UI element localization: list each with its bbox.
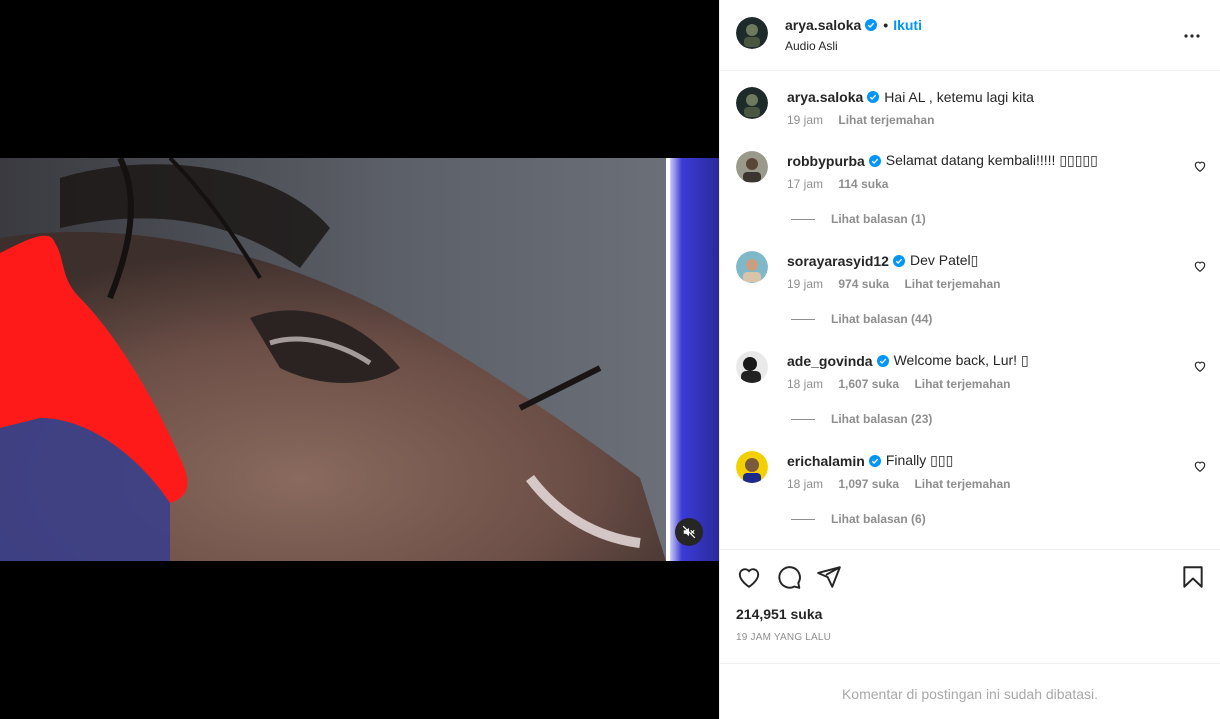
caption-meta: 19 jam Lihat terjemahan (787, 113, 946, 127)
verified-icon (868, 454, 881, 467)
audio-link[interactable]: Audio Asli (785, 39, 838, 53)
caption-username[interactable]: arya.saloka (787, 89, 863, 105)
view-replies-label[interactable]: Lihat balasan (23) (831, 412, 932, 426)
replies-divider (791, 518, 815, 520)
commenter-avatar[interactable] (736, 451, 768, 483)
commenter-avatar[interactable] (736, 251, 768, 283)
comment-text: Welcome back, Lur! ▯ (893, 352, 1029, 368)
view-replies-label[interactable]: Lihat balasan (6) (831, 512, 926, 526)
commenter-avatar[interactable] (736, 351, 768, 383)
mute-button[interactable] (675, 518, 703, 546)
comment-line: erichalamin Finally ▯▯▯ (787, 452, 953, 469)
caption-line: arya.saloka Hai AL , ketemu lagi kita (787, 89, 1034, 105)
comment-username[interactable]: ade_govinda (787, 353, 873, 369)
heart-icon[interactable] (1193, 359, 1207, 373)
verified-icon (876, 354, 889, 367)
author-line: arya.saloka • Ikuti (785, 17, 922, 33)
comment-meta: 18 jam 1,097 suka Lihat terjemahan (787, 477, 1022, 491)
verified-icon (892, 254, 905, 267)
comment-text: Selamat datang kembali!!!!! ▯▯▯▯▯ (885, 152, 1098, 168)
share-button[interactable] (816, 564, 842, 590)
author-avatar[interactable] (736, 17, 768, 49)
author-avatar[interactable] (736, 87, 768, 119)
view-replies-link[interactable]: Lihat balasan (23) (791, 412, 932, 426)
verified-icon (865, 19, 878, 31)
comment-line: robbypurba Selamat datang kembali!!!!! ▯… (787, 152, 1098, 169)
see-translation-link[interactable]: Lihat terjemahan (904, 277, 1000, 291)
video-player[interactable] (0, 158, 719, 561)
comment-time[interactable]: 18 jam (787, 477, 823, 491)
verified-icon (868, 154, 881, 167)
comment-time[interactable]: 18 jam (787, 377, 823, 391)
comment-username[interactable]: erichalamin (787, 453, 865, 469)
comment-text: Finally ▯▯▯ (885, 452, 954, 468)
comment-meta: 19 jam 974 suka Lihat terjemahan (787, 277, 1012, 291)
commenter-avatar[interactable] (736, 151, 768, 183)
post-header: arya.saloka • Ikuti Audio Asli (720, 0, 1220, 71)
replies-divider (791, 218, 815, 220)
like-button[interactable] (736, 564, 762, 590)
comment-time[interactable]: 19 jam (787, 277, 823, 291)
comment-button[interactable] (776, 564, 802, 590)
comment-likes[interactable]: 1,097 suka (838, 477, 899, 491)
post-actions: 214,951 suka 19 JAM YANG LALU (720, 549, 1220, 664)
comment-likes[interactable]: 974 suka (838, 277, 889, 291)
view-replies-label[interactable]: Lihat balasan (1) (831, 212, 926, 226)
bookmark-button[interactable] (1180, 564, 1206, 590)
comment-username[interactable]: sorayarasyid12 (787, 253, 889, 269)
comment-line: sorayarasyid12 Dev Patel▯ (787, 252, 978, 269)
author-username[interactable]: arya.saloka (785, 17, 861, 33)
see-translation-link[interactable]: Lihat terjemahan (838, 113, 934, 127)
verified-icon (867, 91, 880, 103)
comment-line: ade_govinda Welcome back, Lur! ▯ (787, 352, 1029, 369)
video-frame (0, 158, 719, 561)
caption-time[interactable]: 19 jam (787, 113, 823, 127)
view-replies-link[interactable]: Lihat balasan (44) (791, 312, 932, 326)
comments-list[interactable]: arya.saloka Hai AL , ketemu lagi kita 19… (720, 71, 1220, 549)
follow-button[interactable]: Ikuti (893, 17, 922, 33)
mute-icon (682, 525, 696, 539)
separator-dot: • (883, 17, 889, 33)
see-translation-link[interactable]: Lihat terjemahan (914, 477, 1010, 491)
caption-text: Hai AL , ketemu lagi kita (884, 89, 1034, 105)
heart-icon[interactable] (1193, 459, 1207, 473)
comment-meta: 17 jam 114 suka (787, 177, 900, 191)
view-replies-label[interactable]: Lihat balasan (44) (831, 312, 932, 326)
more-icon (1184, 34, 1200, 38)
comment-username[interactable]: robbypurba (787, 153, 865, 169)
comment-text: Dev Patel▯ (909, 252, 979, 268)
post-side-panel: arya.saloka • Ikuti Audio Asli arya.salo… (719, 0, 1220, 719)
likes-count[interactable]: 214,951 suka (736, 606, 822, 622)
replies-divider (791, 318, 815, 320)
post-time[interactable]: 19 JAM YANG LALU (736, 632, 831, 643)
comment-time[interactable]: 17 jam (787, 177, 823, 191)
replies-divider (791, 418, 815, 420)
heart-icon[interactable] (1193, 259, 1207, 273)
comment-likes[interactable]: 1,607 suka (838, 377, 899, 391)
see-translation-link[interactable]: Lihat terjemahan (914, 377, 1010, 391)
view-replies-link[interactable]: Lihat balasan (6) (791, 512, 926, 526)
view-replies-link[interactable]: Lihat balasan (1) (791, 212, 926, 226)
comment-meta: 18 jam 1,607 suka Lihat terjemahan (787, 377, 1022, 391)
more-options-button[interactable] (1180, 24, 1204, 48)
heart-icon[interactable] (1193, 159, 1207, 173)
comment-likes[interactable]: 114 suka (838, 177, 888, 191)
comments-limited-notice: Komentar di postingan ini sudah dibatasi… (841, 686, 1099, 702)
post-media[interactable] (0, 0, 719, 719)
